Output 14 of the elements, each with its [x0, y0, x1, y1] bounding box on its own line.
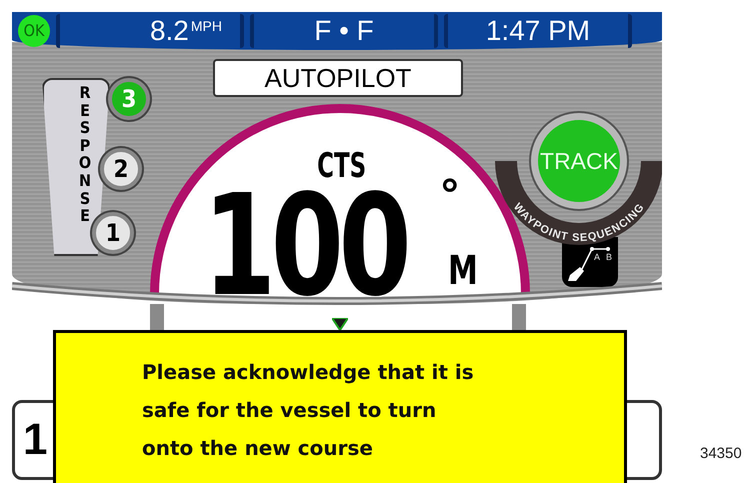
response-label: RESPONSE	[78, 84, 92, 225]
waypoint-a-label: A	[594, 251, 600, 264]
fuel-readout: F • F	[250, 14, 438, 48]
figure-number: 34350	[700, 444, 743, 464]
response-level-button[interactable]: 2	[100, 148, 142, 190]
waypoint-b-label: B	[606, 251, 612, 264]
heading-unit: M	[448, 251, 478, 291]
ok-indicator: OK	[18, 15, 50, 47]
dialog-message: Please acknowledge that it is safe for the vessel to turn onto the new course	[142, 359, 475, 462]
response-level-button[interactable]: 1	[92, 212, 134, 254]
pointer-icon	[332, 318, 348, 330]
time-readout: 1:47 PM	[444, 14, 632, 48]
mode-title: AUTOPILOT	[213, 59, 463, 97]
degree-symbol: °	[441, 173, 459, 217]
